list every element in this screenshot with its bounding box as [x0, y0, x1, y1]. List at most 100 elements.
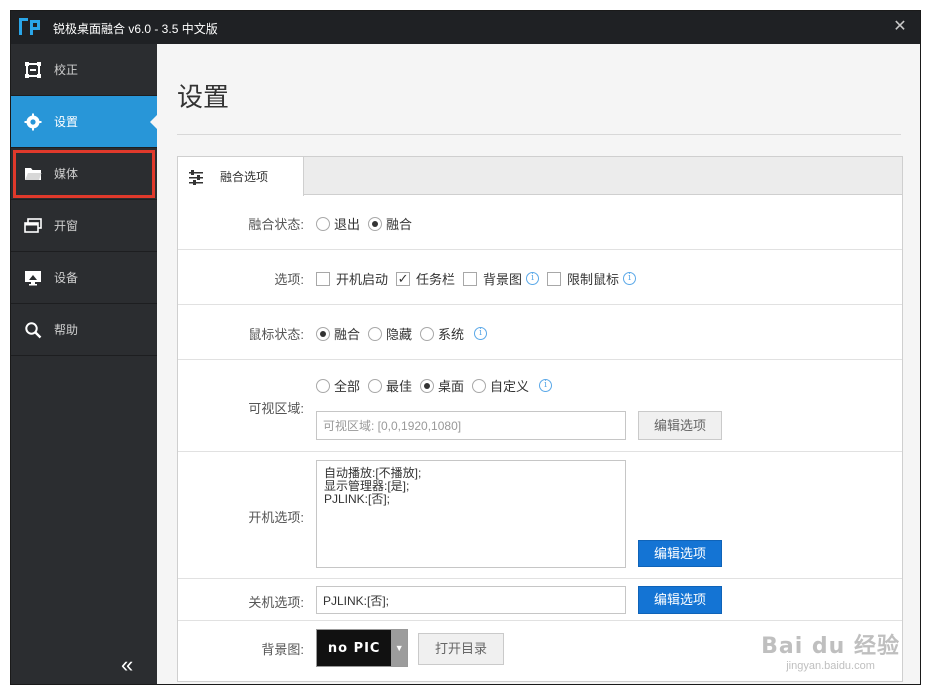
checkbox-label: 限制鼠标 [567, 272, 620, 287]
collapse-sidebar-button[interactable]: « [121, 652, 133, 678]
checkbox[interactable]: ✓ [396, 271, 411, 286]
background-row: 背景图: no PIC ▼ 打开目录 [178, 621, 902, 681]
info-icon[interactable]: i [474, 327, 488, 340]
app-window: 锐极桌面融合 v6.0 - 3.5 中文版 ✕ 校正 设置 媒体 开窗 设备 帮… [10, 10, 921, 685]
mouse-system-radio[interactable]: 系统 i [420, 324, 488, 343]
visible-area-row: 可视区域: 全部 最佳 桌面 自定义 i 可视区域: [0,0,1920,1080… [178, 360, 902, 452]
sidebar-item-label: 设备 [54, 271, 79, 285]
tab-strip: 融合选项 [178, 157, 902, 196]
options-label: 选项: [274, 272, 304, 287]
sidebar-item-help[interactable]: 帮助 [11, 304, 157, 356]
mouse-fuse-radio[interactable]: 融合 [316, 324, 360, 343]
visible-area-label: 可视区域: [248, 401, 304, 416]
checkbox-label: 任务栏 [416, 272, 456, 287]
radio-button[interactable] [420, 326, 435, 341]
checkbox[interactable] [316, 271, 330, 286]
info-icon[interactable]: i [526, 272, 540, 285]
shutdown-options-label: 关机选项: [248, 595, 304, 610]
sidebar: 校正 设置 媒体 开窗 设备 帮助 « [11, 44, 158, 684]
sidebar-item-label: 校正 [54, 63, 79, 77]
limit-mouse-checkbox[interactable]: 限制鼠标 i [547, 269, 637, 288]
area-desktop-radio[interactable]: 桌面 [420, 376, 464, 395]
boot-options-edit-button[interactable]: 编辑选项 [638, 540, 722, 567]
autostart-checkbox[interactable]: 开机启动 [316, 269, 388, 288]
radio-button[interactable] [368, 378, 383, 393]
window-title: 锐极桌面融合 v6.0 - 3.5 中文版 [53, 22, 218, 36]
app-logo-icon [19, 18, 40, 35]
sidebar-item-label: 开窗 [54, 219, 79, 233]
radio-label: 隐藏 [386, 327, 413, 342]
open-directory-button[interactable]: 打开目录 [418, 633, 504, 665]
settings-panel: 融合选项 融合状态: 退出 融合 选项: 开机启动 ✓ 任务栏 背景图 i 限制鼠标… [177, 156, 903, 682]
radio-label: 桌面 [438, 379, 465, 394]
radio-label: 系统 [438, 327, 465, 342]
checkbox-label: 背景图 [483, 272, 523, 287]
folder-icon [24, 165, 42, 183]
fusion-state-exit-radio[interactable]: 退出 [316, 214, 360, 233]
calibrate-icon [24, 61, 42, 79]
sidebar-item-devices[interactable]: 设备 [11, 252, 157, 304]
page-title: 设置 [177, 82, 230, 112]
sliders-icon [188, 169, 204, 185]
info-icon[interactable]: i [623, 272, 637, 285]
radio-label: 退出 [334, 217, 361, 232]
checkbox[interactable] [463, 271, 478, 286]
background-preview[interactable]: no PIC ▼ [316, 629, 408, 667]
radio-label: 全部 [334, 379, 361, 394]
windows-icon [24, 217, 42, 235]
fusion-state-label: 融合状态: [248, 217, 304, 232]
background-checkbox[interactable]: 背景图 i [463, 269, 540, 288]
main-content: 设置 融合选项 融合状态: 退出 融合 选项: 开机启动 ✓ 任务栏 背景图 i… [157, 44, 920, 684]
radio-button[interactable] [316, 216, 330, 231]
options-row: 选项: 开机启动 ✓ 任务栏 背景图 i 限制鼠标 i [178, 250, 902, 305]
search-icon [24, 321, 42, 339]
background-label: 背景图: [261, 642, 304, 657]
radio-label: 最佳 [386, 379, 413, 394]
sidebar-item-settings[interactable]: 设置 [11, 96, 158, 148]
sidebar-item-label: 帮助 [54, 323, 79, 337]
fusion-state-fuse-radio[interactable]: 融合 [368, 214, 412, 233]
area-custom-radio[interactable]: 自定义 i [472, 376, 553, 395]
radio-button[interactable] [368, 326, 383, 341]
mouse-state-row: 鼠标状态: 融合 隐藏 系统 i [178, 305, 902, 360]
sidebar-item-label: 设置 [54, 115, 79, 129]
radio-button[interactable] [316, 378, 330, 393]
visible-area-edit-button[interactable]: 编辑选项 [638, 411, 722, 440]
title-bar: 锐极桌面融合 v6.0 - 3.5 中文版 ✕ [11, 11, 920, 44]
boot-options-label: 开机选项: [248, 510, 304, 525]
gear-icon [24, 113, 42, 131]
monitor-icon [24, 269, 42, 287]
radio-label: 融合 [334, 327, 361, 342]
mouse-hide-radio[interactable]: 隐藏 [368, 324, 412, 343]
taskbar-checkbox[interactable]: ✓ 任务栏 [396, 269, 455, 288]
boot-options-row: 开机选项: 自动播放:[不播放]; 显示管理器:[是]; PJLINK:[否];… [178, 452, 902, 579]
shutdown-options-field[interactable]: PJLINK:[否]; [316, 586, 626, 614]
area-best-radio[interactable]: 最佳 [368, 376, 412, 395]
radio-label: 自定义 [490, 379, 530, 394]
sidebar-item-calibrate[interactable]: 校正 [11, 44, 157, 96]
boot-options-textarea[interactable]: 自动播放:[不播放]; 显示管理器:[是]; PJLINK:[否]; [316, 460, 626, 568]
close-button[interactable]: ✕ [888, 15, 912, 39]
shutdown-options-row: 关机选项: PJLINK:[否]; 编辑选项 [178, 579, 902, 621]
tab-label: 融合选项 [220, 170, 269, 184]
fusion-state-row: 融合状态: 退出 融合 [178, 195, 902, 250]
area-all-radio[interactable]: 全部 [316, 376, 360, 395]
chevron-down-icon[interactable]: ▼ [391, 630, 407, 666]
tab-fusion-options[interactable]: 融合选项 [178, 157, 304, 196]
sidebar-item-open-window[interactable]: 开窗 [11, 200, 157, 252]
shutdown-options-edit-button[interactable]: 编辑选项 [638, 586, 722, 614]
radio-label: 融合 [386, 217, 413, 232]
checkbox[interactable] [547, 271, 562, 286]
title-divider [177, 134, 901, 135]
radio-button[interactable] [420, 378, 435, 393]
mouse-state-label: 鼠标状态: [248, 327, 304, 342]
radio-button[interactable] [368, 216, 383, 231]
visible-area-field[interactable]: 可视区域: [0,0,1920,1080] [316, 411, 626, 440]
sidebar-item-media[interactable]: 媒体 [11, 148, 157, 200]
sidebar-item-label: 媒体 [54, 167, 79, 181]
checkbox-label: 开机启动 [336, 272, 389, 287]
radio-button[interactable] [316, 326, 330, 341]
radio-button[interactable] [472, 378, 487, 393]
no-pic-text: no PIC [327, 640, 381, 656]
info-icon[interactable]: i [539, 379, 553, 392]
